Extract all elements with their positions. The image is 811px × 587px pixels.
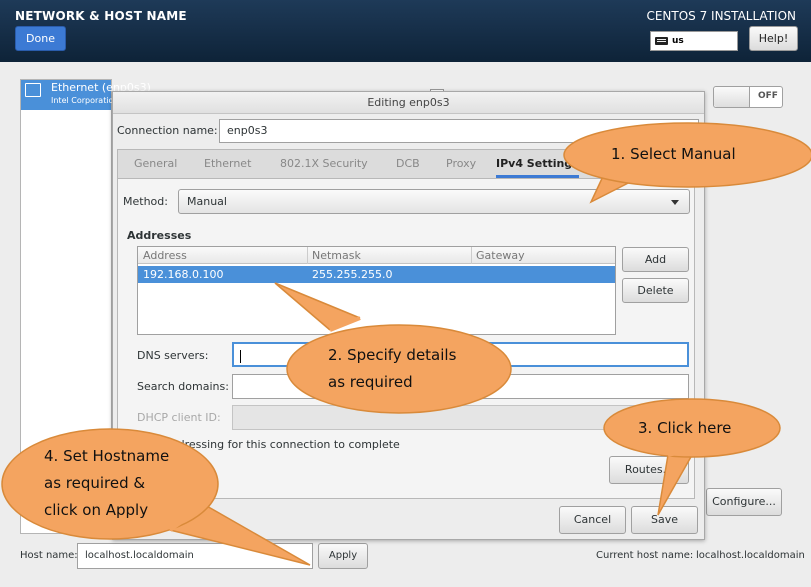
keyboard-icon (655, 36, 668, 45)
device-power-toggle[interactable]: OFF (713, 86, 783, 108)
dhcp-client-id-label: DHCP client ID: (137, 411, 221, 424)
dialog-title: Editing enp0s3 (113, 92, 704, 114)
top-header-bar: NETWORK & HOST NAME Done CENTOS 7 INSTAL… (0, 0, 811, 62)
device-vendor: Intel Corporation (51, 96, 119, 105)
netmask-cell[interactable]: 255.255.255.0 (312, 268, 392, 281)
current-hostname-label: Current host name: (596, 550, 694, 561)
tab-ipv4-settings[interactable]: IPv4 Settings (496, 150, 579, 178)
callout-4-text-line3: click on Apply (44, 501, 149, 519)
callout-4-text-line1: 4. Set Hostname (44, 447, 170, 465)
network-wired-icon (25, 83, 41, 97)
addresses-heading: Addresses (127, 229, 192, 242)
table-row[interactable]: 192.168.0.100 255.255.255.0 (138, 266, 615, 283)
search-domains-input[interactable] (232, 374, 689, 399)
tab-general[interactable]: General (134, 150, 177, 178)
column-header-address[interactable]: Address (143, 249, 187, 262)
text-caret (240, 349, 241, 363)
keyboard-layout-label: us (672, 36, 684, 46)
hostname-label: Host name: (20, 550, 78, 561)
add-address-button[interactable]: Add (622, 247, 689, 272)
device-list-item-ethernet[interactable]: Ethernet (enp0s3) Intel Corporation (21, 80, 151, 110)
addresses-table-header: Address Netmask Gateway (138, 247, 615, 264)
callout-1-text: 1. Select Manual (611, 145, 736, 163)
current-hostname-value: localhost.localdomain (696, 550, 805, 561)
callout-3-text: 3. Click here (638, 419, 732, 437)
column-header-gateway[interactable]: Gateway (476, 249, 525, 262)
column-divider (471, 247, 472, 264)
connection-name-label: Connection name: (117, 124, 218, 137)
tab-ethernet[interactable]: Ethernet (204, 150, 251, 178)
hostname-input[interactable]: localhost.localdomain (77, 543, 313, 569)
delete-address-button[interactable]: Delete (622, 278, 689, 303)
dns-servers-input[interactable] (232, 342, 689, 367)
configure-button[interactable]: Configure... (706, 488, 782, 516)
done-button[interactable]: Done (15, 26, 66, 51)
ipv4-settings-panel (117, 179, 695, 499)
tab-8021x-security[interactable]: 802.1X Security (280, 150, 368, 178)
column-header-netmask[interactable]: Netmask (312, 249, 361, 262)
callout-2-text-line1: 2. Specify details (328, 346, 457, 364)
chevron-down-icon (671, 200, 679, 205)
require-ipv4-text: IPv4 addressing for this connection to c… (137, 438, 400, 451)
keyboard-layout-indicator[interactable]: us (650, 31, 738, 51)
routes-button[interactable]: Routes... (609, 456, 689, 484)
help-button[interactable]: Help! (749, 26, 798, 51)
callout-2-text-line2: as required (328, 373, 413, 391)
toggle-state-label: OFF (758, 91, 778, 101)
address-cell[interactable]: 192.168.0.100 (143, 268, 223, 281)
dns-servers-label: DNS servers: (137, 349, 209, 362)
connection-name-input[interactable]: enp0s3 (219, 119, 699, 143)
search-domains-label: Search domains: (137, 380, 229, 393)
tab-dcb[interactable]: DCB (396, 150, 420, 178)
cancel-button[interactable]: Cancel (559, 506, 626, 534)
column-divider (307, 247, 308, 264)
callout-4-text-line2: as required & (44, 474, 146, 492)
page-title: NETWORK & HOST NAME (15, 9, 187, 23)
save-button[interactable]: Save (631, 506, 698, 534)
addresses-table: Address Netmask Gateway 192.168.0.100 25… (137, 246, 616, 335)
method-value: Manual (187, 195, 227, 208)
settings-tabbar: General Ethernet 802.1X Security DCB Pro… (117, 149, 695, 179)
dhcp-client-id-input (232, 405, 689, 430)
tab-proxy[interactable]: Proxy (446, 150, 476, 178)
method-label: Method: (123, 195, 168, 208)
apply-button[interactable]: Apply (318, 543, 368, 569)
installer-title: CENTOS 7 INSTALLATION (646, 9, 796, 23)
toggle-knob (714, 87, 750, 107)
method-select[interactable]: Manual (178, 189, 690, 214)
